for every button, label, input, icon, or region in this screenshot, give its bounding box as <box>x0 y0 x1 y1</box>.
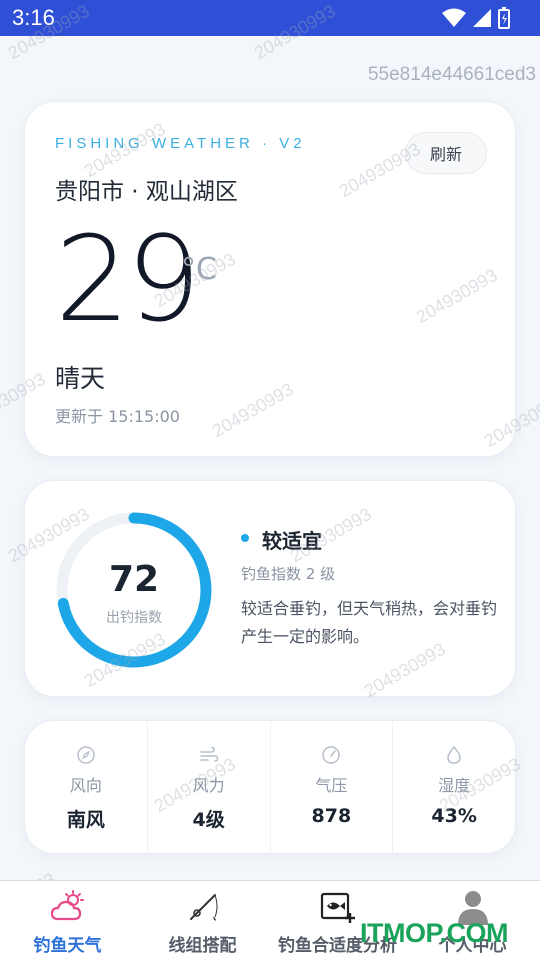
level-subtitle: 钓鱼指数 2 级 <box>241 565 336 583</box>
nav-label: 钓鱼天气 <box>33 936 102 956</box>
status-time: 3:16 <box>12 5 55 30</box>
stat-humidity: 湿度 43% <box>393 721 515 853</box>
stat-pressure: 气压 878 <box>271 721 394 853</box>
weather-condition: 晴天 <box>55 364 106 393</box>
signal-icon <box>473 9 491 27</box>
droplet-icon <box>447 745 461 764</box>
level-description: 较适合垂钓，但天气稍热，会对垂钓产生一定的影响。 <box>241 599 498 646</box>
stat-label: 风力 <box>192 776 225 795</box>
app-eyebrow: FISHING WEATHER · V2 <box>55 135 306 152</box>
stat-wind-direction: 风向 南风 <box>25 721 148 853</box>
fish-analysis-icon <box>320 892 355 923</box>
gauge-icon <box>322 746 341 764</box>
battery-icon <box>498 7 510 29</box>
device-id-text: 55e814e44661ced3 <box>367 64 536 85</box>
stat-label: 湿度 <box>438 776 471 795</box>
stat-label: 气压 <box>315 776 348 795</box>
stat-value: 43% <box>431 805 477 827</box>
status-icons <box>442 7 510 29</box>
nav-item-fishing-weather[interactable]: 钓鱼天气 <box>0 881 135 960</box>
location-label: 贵阳市 · 观山湖区 <box>55 179 238 205</box>
compass-icon <box>77 746 95 764</box>
brand-watermark: ITMOP.COM <box>360 918 509 948</box>
level-dot <box>241 534 249 542</box>
index-ring: 72 出钓指数 <box>51 507 217 673</box>
stat-value: 878 <box>311 805 352 827</box>
status-bar: 3:16 <box>0 0 540 36</box>
stat-wind-force: 风力 4级 <box>148 721 271 853</box>
stats-card: 风向 南风 风力 4级 气压 878 湿度 43% <box>24 720 516 854</box>
stat-label: 风向 <box>69 776 102 795</box>
stat-value: 南风 <box>66 809 105 831</box>
fishing-index-card: 72 出钓指数 较适宜 钓鱼指数 2 级 较适合垂钓，但天气稍热，会对垂钓产生一… <box>24 480 516 697</box>
weather-card: FISHING WEATHER · V2 刷新 贵阳市 · 观山湖区 29 °C… <box>24 101 516 457</box>
temperature-unit: °C <box>181 252 217 287</box>
weather-cloud-icon <box>50 890 84 921</box>
nav-label: 线组搭配 <box>168 936 237 956</box>
temperature-value: 29 <box>55 210 201 348</box>
nav-item-line-setup[interactable]: 线组搭配 <box>135 881 270 960</box>
fishing-rod-icon <box>189 894 217 921</box>
wifi-icon <box>442 8 466 27</box>
wind-icon <box>199 746 218 762</box>
refresh-button[interactable]: 刷新 <box>405 132 487 174</box>
updated-time: 更新于 15:15:00 <box>55 407 180 426</box>
index-value: 72 <box>108 559 160 600</box>
stat-value: 4级 <box>192 809 225 831</box>
index-label: 出钓指数 <box>106 610 162 626</box>
level-title: 较适宜 <box>262 529 322 553</box>
